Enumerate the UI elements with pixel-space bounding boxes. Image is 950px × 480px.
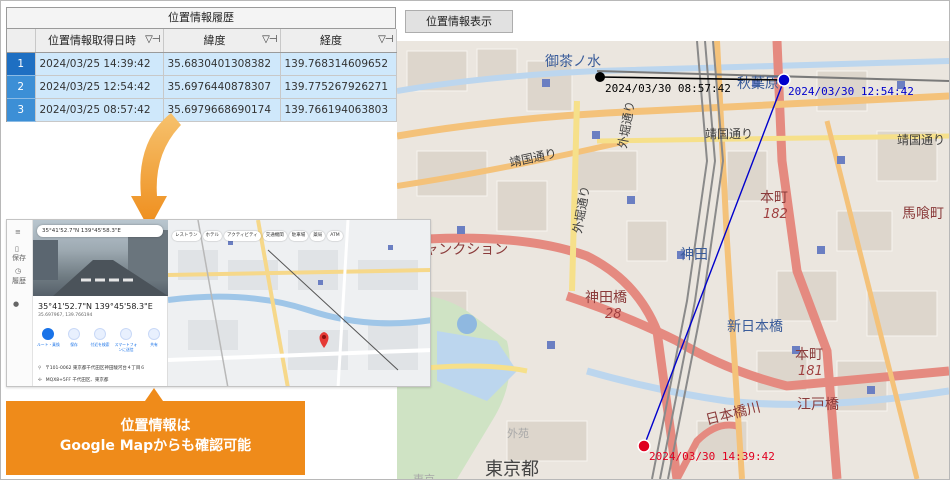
column-header-datetime[interactable]: 位置情報取得日時 ▽⊣ [35,29,164,53]
gmap-side-rail: ≡ ▯ 保存 ◷ 履歴 ● [7,220,33,386]
gmap-category-chips: レストラン ホテル アクティビティ 交通機関 駐車場 薬局 ATM [172,226,430,241]
datetime-cell[interactable]: 2024/03/25 08:57:42 [35,98,164,122]
gmap-chip: 薬局 [310,231,326,241]
gmap-action-label: 保存 [70,342,78,347]
gmap-chip: ホテル [202,231,222,241]
latitude-cell[interactable]: 35.6976440878307 [163,75,281,99]
gmap-search-input: 35°41'52.7"N 139°45'58.3"E [37,225,163,237]
plus-code-icon: ✣ [38,378,42,383]
latitude-cell[interactable]: 35.6830401308382 [163,52,281,76]
pin-icon[interactable]: ⊣ [385,34,394,45]
gmap-rail-history: 履歴 [12,277,26,285]
location-map[interactable]: 御茶ノ水 秋葉原 靖国通り 靖国通り 靖国通り 外堀通り 外堀通り 本町 182… [397,41,949,479]
table-row[interactable]: 1 2024/03/25 14:39:42 35.6830401308382 1… [7,52,397,76]
row-number[interactable]: 3 [7,98,36,122]
gmap-chip: アクティビティ [224,231,261,241]
menu-icon: ≡ [15,228,21,236]
marker-label-1: 2024/03/30 08:57:42 [605,82,731,95]
row-number[interactable]: 2 [7,75,36,99]
column-header-label: 緯度 [203,34,226,48]
table-row[interactable]: 2 2024/03/25 12:54:42 35.6976440878307 1… [7,75,397,99]
window-frame: 位置情報履歴 位置情報取得日時 ▽⊣ 緯度 ▽⊣ 経度 ▽⊣ 1 2024/03… [0,0,950,480]
gmap-coordinate-decimal: 35.697967, 139.766194 [38,313,93,318]
column-header-label: 経度 [320,34,342,48]
longitude-cell[interactable]: 139.775267926271 [280,75,397,99]
gmap-chip: ATM [327,231,343,241]
gmap-action-label: スマートフォンに送信 [114,342,138,352]
gmap-place-panel: 35°41'52.7"N 139°45'58.3"E 35°41'52.7"N … [33,220,168,386]
gmap-rail-saved: 保存 [12,254,26,262]
filter-icon[interactable]: ▽ [145,34,153,45]
filter-icon[interactable]: ▽ [378,34,386,45]
longitude-cell[interactable]: 139.768314609652 [280,52,397,76]
gmap-chip: 交通機関 [262,231,287,241]
marker-label-2: 2024/03/30 12:54:42 [788,85,914,98]
save-icon [68,328,80,340]
gmap-action-label: ルート・乗換 [37,342,60,347]
gmap-chip: レストラン [172,231,201,241]
nearby-icon [94,328,106,340]
filter-icon[interactable]: ▽ [262,34,270,45]
latitude-cell[interactable]: 35.6979668690174 [163,98,281,122]
gmap-coordinate-title: 35°41'52.7"N 139°45'58.3"E [38,302,153,311]
gmap-address-text: 〒101-0062 東京都千代田区神田駿河台４丁目６ [45,366,145,371]
gmap-action-label: 付近を検索 [90,342,110,347]
table-row[interactable]: 3 2024/03/25 08:57:42 35.6979668690174 1… [7,98,397,122]
row-number-header [7,29,36,53]
location-history-panel: 位置情報履歴 位置情報取得日時 ▽⊣ 緯度 ▽⊣ 経度 ▽⊣ 1 2024/03… [6,7,397,122]
marker-label-3: 2024/03/30 14:39:42 [649,450,775,463]
route-segment-1 [599,76,785,81]
street-view-photo: 35°41'52.7"N 139°45'58.3"E [33,220,168,296]
gmap-plus-code-text: MQX8+5FF 千代田区、東京都 [45,378,109,383]
gmap-address: ⚲ 〒101-0062 東京都千代田区神田駿河台４丁目６ [38,365,145,371]
column-header-longitude[interactable]: 経度 ▽⊣ [280,29,397,53]
pin-icon: ⚲ [38,366,42,371]
gmap-chip: 駐車場 [288,231,309,241]
location-history-title: 位置情報履歴 [7,8,395,29]
callout-line-1: 位置情報は [120,418,191,434]
bookmark-icon: ▯ [15,245,19,253]
pin-icon[interactable]: ⊣ [269,34,278,45]
directions-icon [42,328,54,340]
route-segment-2 [643,79,785,447]
datetime-cell[interactable]: 2024/03/25 12:54:42 [35,75,164,99]
column-header-label: 位置情報取得日時 [48,34,136,48]
gmap-action-label: 共有 [150,342,158,347]
row-number[interactable]: 1 [7,52,36,76]
column-header-latitude[interactable]: 緯度 ▽⊣ [163,29,281,53]
share-icon [148,328,160,340]
datetime-cell[interactable]: 2024/03/25 14:39:42 [35,52,164,76]
location-history-table: 位置情報取得日時 ▽⊣ 緯度 ▽⊣ 経度 ▽⊣ 1 2024/03/25 14:… [7,29,397,122]
gmap-map-view: レストラン ホテル アクティビティ 交通機関 駐車場 薬局 ATM [168,220,430,386]
send-to-phone-icon [120,328,132,340]
show-location-button[interactable]: 位置情報表示 [405,10,513,33]
google-map-screenshot: ≡ ▯ 保存 ◷ 履歴 ● 35°41'52.7"N 139°45'58.3"E… [6,219,431,387]
history-icon: ◷ [15,267,22,275]
longitude-cell[interactable]: 139.766194063803 [280,98,397,122]
gmap-action-row: ルート・乗換 保存 付近を検索 スマートフォンに送信 共有 [37,328,165,356]
callout-pointer [145,388,163,401]
callout-line-2: Google Mapからも確認可能 [59,438,252,454]
avatar-icon: ● [13,300,20,308]
route-overlay [595,72,791,453]
location-marker-1[interactable] [595,72,605,82]
feature-callout: 位置情報は Google Mapからも確認可能 [6,401,305,475]
gmap-plus-code: ✣ MQX8+5FF 千代田区、東京都 [38,377,108,383]
pin-icon[interactable]: ⊣ [152,34,161,45]
